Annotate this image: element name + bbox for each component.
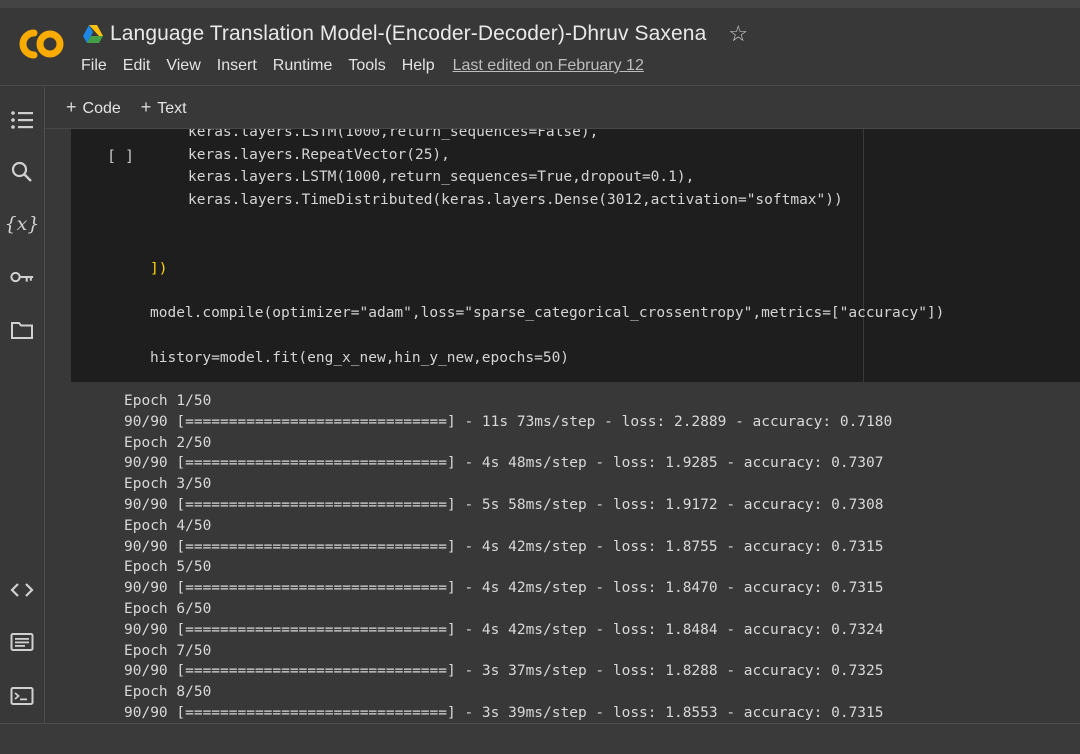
google-drive-icon[interactable] xyxy=(82,24,104,44)
last-edited-link[interactable]: Last edited on February 12 xyxy=(453,57,644,75)
epoch-progress-line: 90/90 [==============================] -… xyxy=(124,497,884,513)
notebook-toolbar: + Code + Text xyxy=(46,87,1080,129)
add-text-label: Text xyxy=(157,100,187,117)
epoch-progress-line: 90/90 [==============================] -… xyxy=(124,414,893,430)
code-line: history=model.fit(eng_x_new,hin_y_new,ep… xyxy=(150,348,569,368)
code-text: keras.layers.LSTM(1000,return_sequences=… xyxy=(188,169,695,185)
menu-tools[interactable]: Tools xyxy=(348,57,385,75)
code-text: keras.layers.LSTM(1000,return_sequences=… xyxy=(188,129,599,140)
command-palette-icon[interactable] xyxy=(10,630,34,654)
epoch-progress-line: 90/90 [==============================] -… xyxy=(124,580,884,596)
variables-icon[interactable]: {x} xyxy=(5,212,40,236)
epoch-header: Epoch 6/50 xyxy=(124,601,212,617)
table-of-contents-icon[interactable] xyxy=(10,108,34,132)
star-icon[interactable]: ☆ xyxy=(728,23,748,45)
menu-file[interactable]: File xyxy=(81,57,107,75)
code-line: keras.layers.LSTM(1000,return_sequences=… xyxy=(188,129,598,142)
menu-view[interactable]: View xyxy=(166,57,200,75)
title-row: Language Translation Model-(Encoder-Deco… xyxy=(82,20,748,48)
epoch-header: Epoch 7/50 xyxy=(124,643,212,659)
menu-edit[interactable]: Edit xyxy=(123,57,151,75)
epoch-header: Epoch 2/50 xyxy=(124,435,212,451)
epoch-header: Epoch 1/50 xyxy=(124,393,212,409)
terminal-icon[interactable] xyxy=(10,684,34,708)
epoch-header: Epoch 4/50 xyxy=(124,518,212,534)
colab-logo[interactable] xyxy=(12,24,64,64)
add-text-cell-button[interactable]: + Text xyxy=(141,97,187,118)
code-text: keras.layers.RepeatVector(25), xyxy=(188,147,450,163)
code-snippets-icon[interactable] xyxy=(10,578,34,602)
code-line: model.compile(optimizer="adam",loss="spa… xyxy=(150,303,944,323)
code-text: history=model.fit(eng_x_new,hin_y_new,ep… xyxy=(150,350,570,366)
notebook-area: [ ] keras.layers.LSTM(1000,return_sequen… xyxy=(46,129,1080,723)
epoch-progress-line: 90/90 [==============================] -… xyxy=(124,705,884,721)
header: Language Translation Model-(Encoder-Deco… xyxy=(0,8,1080,86)
epoch-header: Epoch 3/50 xyxy=(124,476,212,492)
secrets-key-icon[interactable] xyxy=(10,265,34,289)
epoch-progress-line: 90/90 [==============================] -… xyxy=(124,539,884,555)
search-icon[interactable] xyxy=(10,160,34,184)
add-code-label: Code xyxy=(82,100,121,117)
epoch-header: Epoch 5/50 xyxy=(124,559,212,575)
menu-insert[interactable]: Insert xyxy=(217,57,257,75)
files-folder-icon[interactable] xyxy=(10,318,34,342)
status-bar xyxy=(0,723,1080,754)
menu-help[interactable]: Help xyxy=(402,57,435,75)
epoch-header: Epoch 8/50 xyxy=(124,684,212,700)
menu-bar: File Edit View Insert Runtime Tools Help… xyxy=(81,57,644,75)
code-cell[interactable]: [ ] keras.layers.LSTM(1000,return_sequen… xyxy=(71,129,1080,382)
code-editor[interactable]: keras.layers.LSTM(1000,return_sequences=… xyxy=(125,129,1055,366)
code-line: keras.layers.LSTM(1000,return_sequences=… xyxy=(188,167,694,187)
notebook-title[interactable]: Language Translation Model-(Encoder-Deco… xyxy=(110,22,706,46)
epoch-progress-line: 90/90 [==============================] -… xyxy=(124,663,884,679)
plus-icon: + xyxy=(66,97,77,117)
code-line: keras.layers.TimeDistributed(keras.layer… xyxy=(188,190,843,210)
plus-icon: + xyxy=(140,97,152,117)
menu-runtime[interactable]: Runtime xyxy=(273,57,333,75)
code-text: keras.layers.TimeDistributed(keras.layer… xyxy=(188,192,843,208)
add-code-cell-button[interactable]: + Code xyxy=(66,97,121,118)
left-sidebar: {x} xyxy=(0,87,45,723)
code-line: ]) xyxy=(150,259,167,279)
code-text: ]) xyxy=(150,261,168,277)
window-top-strip xyxy=(0,0,1080,8)
epoch-progress-line: 90/90 [==============================] -… xyxy=(124,455,884,471)
epoch-progress-line: 90/90 [==============================] -… xyxy=(124,622,884,638)
code-text: model.compile(optimizer="adam",loss="spa… xyxy=(150,305,945,321)
code-line: keras.layers.RepeatVector(25), xyxy=(188,145,450,165)
